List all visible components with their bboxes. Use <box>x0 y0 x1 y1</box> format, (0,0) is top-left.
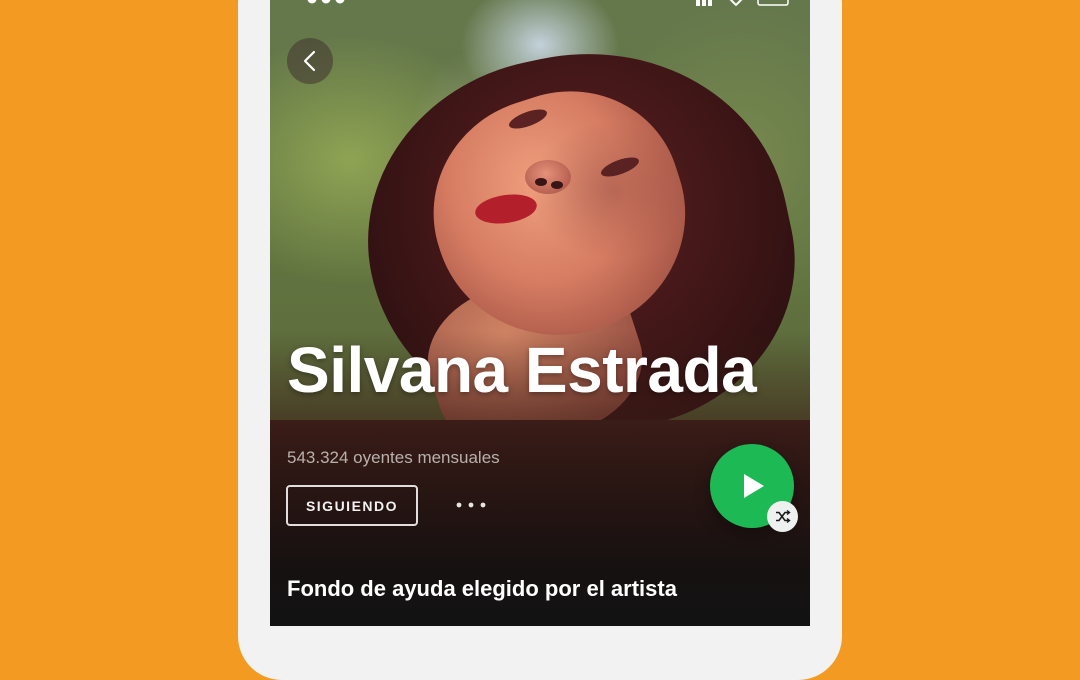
status-battery-icon <box>696 0 789 6</box>
follow-button[interactable]: SIGUIENDO <box>286 485 418 526</box>
monthly-listeners: 543.324 oyentes mensuales <box>287 448 500 467</box>
status-signal-icon <box>307 0 345 4</box>
nostril-right <box>551 181 563 189</box>
artist-name: Silvana Estrada <box>287 334 757 406</box>
status-bar <box>270 0 810 10</box>
more-options-button[interactable] <box>450 492 492 518</box>
artist-screen: Silvana Estrada 543.324 oyentes mensuale… <box>270 0 810 626</box>
play-icon <box>744 474 764 498</box>
chevron-left-icon <box>303 50 316 72</box>
more-options-icon <box>456 502 486 508</box>
shuffle-icon <box>776 509 791 524</box>
nostril-left <box>535 178 547 186</box>
section-title-support-fund: Fondo de ayuda elegido por el artista <box>287 576 677 601</box>
nose-shape <box>525 160 571 194</box>
back-button[interactable] <box>287 38 333 84</box>
shuffle-toggle[interactable] <box>767 501 798 532</box>
